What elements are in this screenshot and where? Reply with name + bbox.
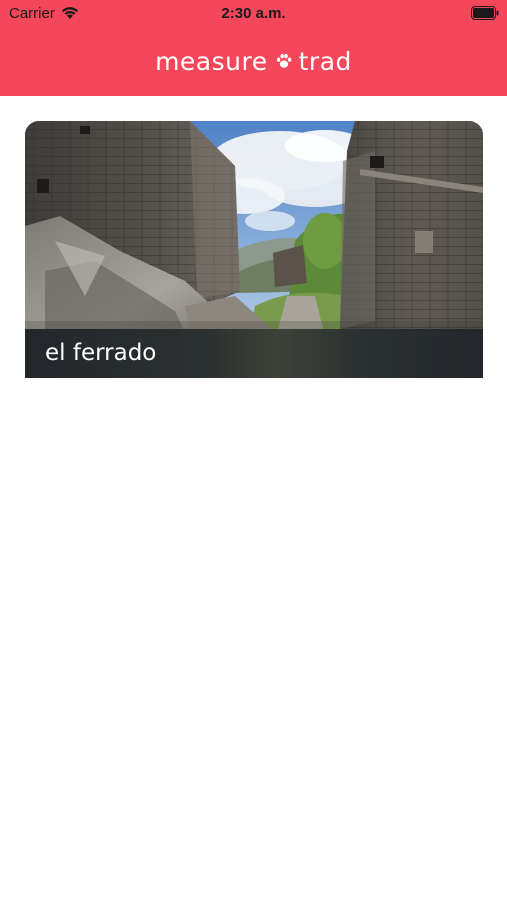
paw-icon xyxy=(276,53,291,68)
status-time: 2:30 a.m. xyxy=(221,5,286,22)
battery-icon xyxy=(471,6,499,20)
place-name: el ferrado xyxy=(45,340,157,366)
app-header: Carrier 2:30 a.m. measure trad xyxy=(0,0,507,96)
app-title-right: trad xyxy=(298,46,352,76)
app-title-left: measure xyxy=(155,46,268,76)
place-card-caption: el ferrado xyxy=(25,329,483,378)
status-bar: Carrier 2:30 a.m. xyxy=(0,0,507,28)
place-card[interactable]: el ferrado xyxy=(25,121,483,378)
app-logo-title: measure trad xyxy=(0,44,507,78)
